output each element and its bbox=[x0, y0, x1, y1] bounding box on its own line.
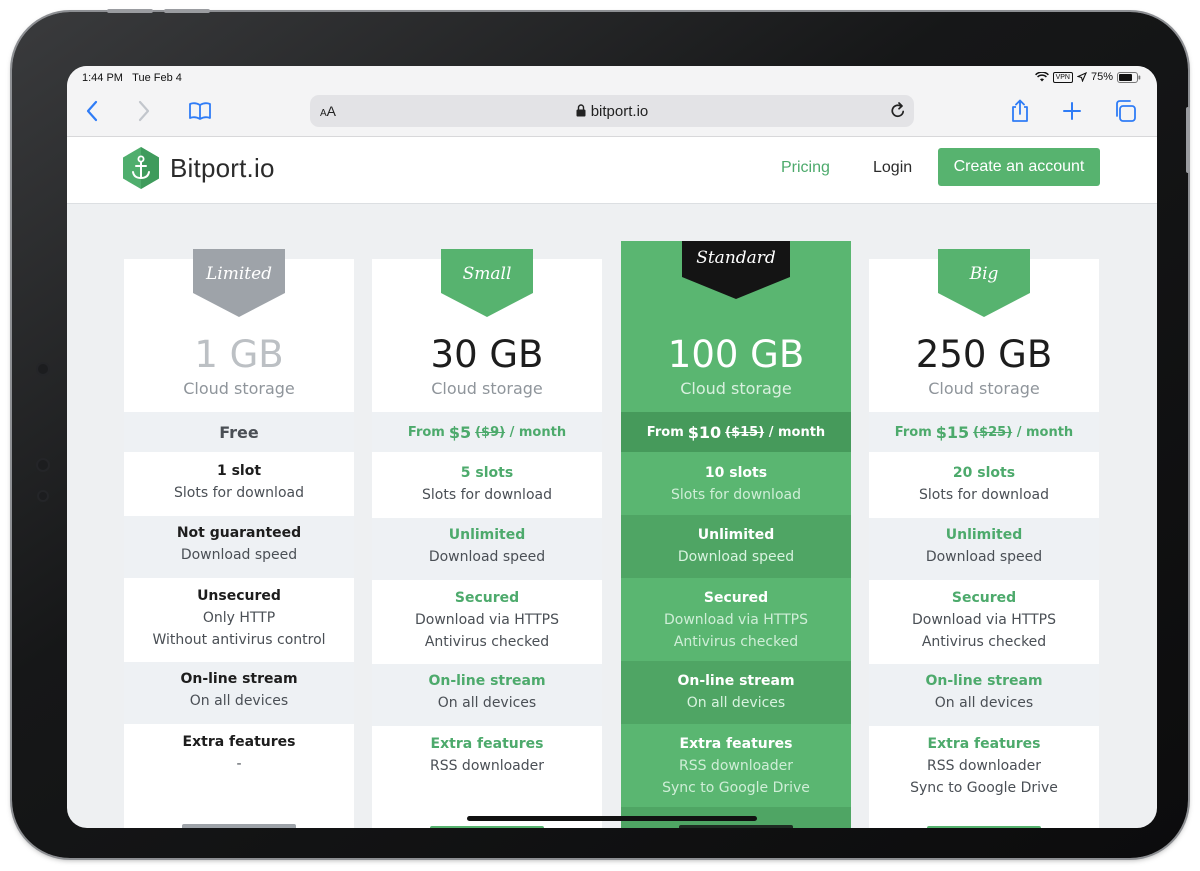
plan-storage-size: 100 GB bbox=[667, 333, 805, 376]
vpn-badge: VPN bbox=[1052, 71, 1073, 83]
top-button-right bbox=[164, 9, 210, 13]
nav-pricing[interactable]: Pricing bbox=[781, 159, 830, 177]
new-tab-icon[interactable] bbox=[1059, 98, 1085, 124]
feature-extras: Extra features RSS downloader Sync to Goog… bbox=[662, 736, 810, 796]
top-button-left bbox=[107, 9, 153, 13]
lock-icon bbox=[576, 104, 586, 117]
camera-dot bbox=[39, 492, 47, 500]
plan-name: Small bbox=[462, 264, 512, 284]
select-plan-button[interactable] bbox=[430, 826, 544, 828]
site-header: Bitport.io Pricing Login Create an accou… bbox=[67, 137, 1157, 204]
logo-text: Bitport.io bbox=[170, 152, 275, 183]
feature-stream: On-line stream On all devices bbox=[124, 662, 354, 724]
url-host: bitport.io bbox=[310, 103, 914, 120]
feature-stream: On-line stream On all devices bbox=[372, 664, 602, 726]
camera-dot bbox=[38, 460, 48, 470]
plan-ribbon: Big bbox=[938, 249, 1030, 317]
select-plan-button[interactable] bbox=[679, 825, 793, 828]
feature-speed: Unlimited Download speed bbox=[869, 518, 1099, 580]
feature-slots: 20 slots Slots for download bbox=[919, 465, 1049, 503]
status-time: 1:44 PM Tue Feb 4 bbox=[82, 72, 182, 84]
battery-percent: 75% bbox=[1090, 71, 1113, 83]
plan-storage-size: 250 GB bbox=[915, 333, 1053, 376]
feature-slots: 1 slot Slots for download bbox=[174, 463, 304, 501]
feature-security: Secured Download via HTTPS Antivirus check… bbox=[664, 590, 808, 650]
feature-slots: 10 slots Slots for download bbox=[671, 465, 801, 503]
forward-icon[interactable] bbox=[131, 98, 157, 124]
feature-slots: 5 slots Slots for download bbox=[422, 465, 552, 503]
feature-speed: Unlimited Download speed bbox=[621, 515, 851, 578]
screen: 1:44 PM Tue Feb 4 VPN 75% AA bitport.io bbox=[67, 66, 1157, 828]
reload-icon[interactable] bbox=[890, 102, 906, 124]
select-plan-button[interactable] bbox=[927, 826, 1041, 828]
plan-ribbon: Small bbox=[441, 249, 533, 317]
plan-storage-label: Cloud storage bbox=[183, 379, 295, 398]
plan-price: Free bbox=[124, 412, 354, 452]
location-icon bbox=[1076, 72, 1087, 82]
plan-storage-size: 30 GB bbox=[430, 333, 544, 376]
plan-ribbon: Limited bbox=[193, 249, 285, 317]
anchor-logo-icon bbox=[123, 147, 159, 189]
home-indicator[interactable] bbox=[467, 816, 757, 821]
feature-security: Unsecured Only HTTP Without antivirus cont… bbox=[152, 588, 326, 648]
plan-card-limited: Limited 1 GB Cloud storage Free 1 slot Sl… bbox=[124, 249, 354, 828]
feature-extras: Extra features RSS downloader Sync to Goog… bbox=[910, 736, 1058, 796]
plan-card-big: Big 250 GB Cloud storage From $15 ($25) / … bbox=[869, 249, 1099, 828]
browser-toolbar: AA bitport.io bbox=[67, 90, 1157, 137]
plan-ribbon: Standard bbox=[682, 241, 790, 299]
feature-security: Secured Download via HTTPS Antivirus check… bbox=[912, 590, 1056, 650]
feature-extras: Extra features - bbox=[182, 734, 296, 772]
feature-speed: Unlimited Download speed bbox=[372, 518, 602, 580]
bookmarks-icon[interactable] bbox=[187, 98, 213, 124]
plan-name: Standard bbox=[696, 248, 776, 268]
plan-card-standard: Standard 100 GB Cloud storage From $10 ($1… bbox=[621, 241, 851, 828]
nav-login[interactable]: Login bbox=[873, 159, 912, 177]
status-right: VPN 75% bbox=[1034, 71, 1141, 83]
feature-extras: Extra features RSS downloader bbox=[429, 736, 545, 774]
plan-price: From $5 ($9) / month bbox=[372, 412, 602, 452]
create-account-button[interactable]: Create an account bbox=[938, 148, 1100, 186]
camera-dot bbox=[38, 364, 48, 374]
select-plan-button[interactable] bbox=[182, 824, 296, 828]
wifi-icon bbox=[1034, 72, 1049, 82]
tabs-overview-icon[interactable] bbox=[1112, 98, 1138, 124]
feature-stream: On-line stream On all devices bbox=[621, 661, 851, 724]
ipad-frame: 1:44 PM Tue Feb 4 VPN 75% AA bitport.io bbox=[12, 9, 1190, 858]
side-button bbox=[1186, 107, 1190, 173]
plan-name: Big bbox=[969, 264, 999, 284]
status-bar: 1:44 PM Tue Feb 4 VPN 75% bbox=[67, 66, 1157, 90]
share-icon[interactable] bbox=[1007, 98, 1033, 124]
plan-price: From $10 ($15) / month bbox=[621, 412, 851, 452]
plan-storage-label: Cloud storage bbox=[928, 379, 1040, 398]
plan-storage-size: 1 GB bbox=[194, 333, 284, 376]
back-icon[interactable] bbox=[79, 98, 105, 124]
plan-card-small: Small 30 GB Cloud storage From $5 ($9) / m… bbox=[372, 249, 602, 828]
plan-storage-label: Cloud storage bbox=[431, 379, 543, 398]
plan-storage-label: Cloud storage bbox=[680, 379, 792, 398]
logo[interactable]: Bitport.io bbox=[122, 146, 275, 190]
feature-security: Secured Download via HTTPS Antivirus check… bbox=[415, 590, 559, 650]
feature-stream: On-line stream On all devices bbox=[869, 664, 1099, 726]
battery-icon bbox=[1117, 71, 1141, 83]
feature-speed: Not guaranteed Download speed bbox=[124, 516, 354, 578]
address-bar[interactable]: AA bitport.io bbox=[310, 95, 914, 127]
plan-name: Limited bbox=[205, 264, 273, 284]
plan-price: From $15 ($25) / month bbox=[869, 412, 1099, 452]
